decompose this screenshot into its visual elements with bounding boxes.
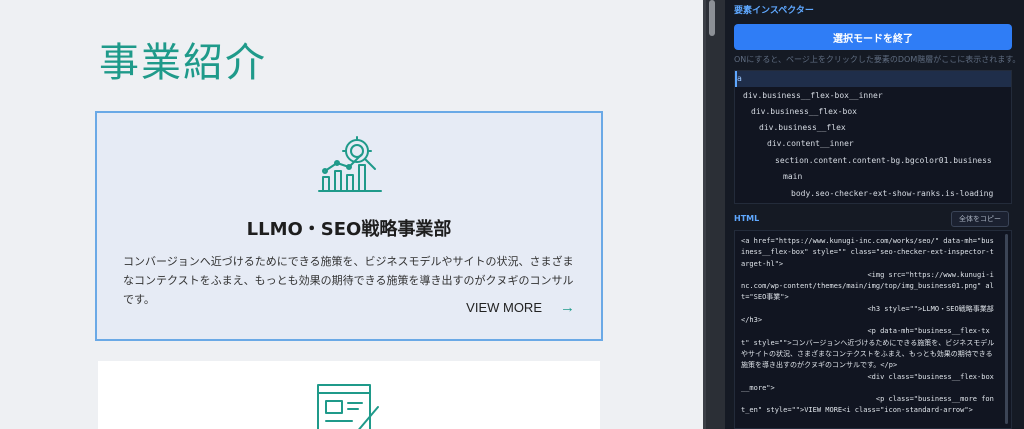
code-line: <img src="https://www.kunugi-inc.com/wp-… xyxy=(741,270,994,302)
view-more-link[interactable]: VIEW MORE → xyxy=(466,299,575,316)
document-edit-icon xyxy=(312,383,382,429)
code-line: <p class="business__more font_en" style=… xyxy=(741,395,994,415)
page-title: 事業紹介 xyxy=(99,40,267,86)
exit-selection-mode-button[interactable]: 選択モードを終了 xyxy=(734,24,1012,50)
business-card-seo[interactable]: LLMO・SEO戦略事業部 コンバージョンへ近づけるためにできる施策を、ビジネス… xyxy=(95,111,603,341)
dom-node[interactable]: a xyxy=(735,71,1011,87)
dom-node[interactable]: body.seo-checker-ext-show-ranks.is-loadi… xyxy=(735,186,1011,202)
html-code-view[interactable]: <a href="https://www.kunugi-inc.com/work… xyxy=(734,230,1012,429)
arrow-right-icon: → xyxy=(560,299,575,316)
code-scrollbar[interactable] xyxy=(1005,234,1008,424)
copy-all-button[interactable]: 全体をコピー xyxy=(951,211,1009,227)
code-line: <h3 style="">LLMO・SEO戦略事業部</h3> xyxy=(741,304,994,325)
analytics-chart-icon xyxy=(315,135,385,195)
dom-node[interactable]: div.business__flex-box__inner xyxy=(735,88,1011,104)
page-scrollbar[interactable] xyxy=(703,0,725,429)
inspector-hint: ONにすると、ページ上をクリックした要素のDOM階層がここに表示されます。 xyxy=(734,55,1021,64)
dom-node[interactable]: div.business__flex-box xyxy=(735,104,1011,120)
dom-tree: a div.business__flex-box__inner div.busi… xyxy=(734,70,1012,204)
dom-node[interactable]: main xyxy=(735,169,1011,185)
website-page: 事業紹介 LLMO・SEO戦略事業部 コンバージョンへ近づけるためにできる施策を… xyxy=(0,0,703,429)
code-line: <p data-mh="business__flex-txt" style=""… xyxy=(741,327,995,370)
code-line: <a href="https://www.kunugi-inc.com/work… xyxy=(741,237,994,268)
scrollbar-thumb[interactable] xyxy=(709,0,715,36)
view-more-label: VIEW MORE xyxy=(466,300,542,315)
dom-node[interactable]: div.content__inner xyxy=(735,136,1011,152)
dom-node[interactable]: section.content.content-bg.bgcolor01.bus… xyxy=(735,153,1011,169)
business-card-content[interactable] xyxy=(98,361,600,429)
html-section-label: HTML xyxy=(734,214,760,223)
inspector-title: 要素インスペクター xyxy=(734,6,814,16)
inspector-panel: 要素インスペクター 選択モードを終了 ONにすると、ページ上をクリックした要素の… xyxy=(725,0,1024,429)
card-heading: LLMO・SEO戦略事業部 xyxy=(246,219,452,240)
dom-node[interactable]: div.business__flex xyxy=(735,120,1011,136)
code-line: <div class="business__flex-box__more"> xyxy=(741,372,994,392)
divider-line xyxy=(703,0,706,429)
